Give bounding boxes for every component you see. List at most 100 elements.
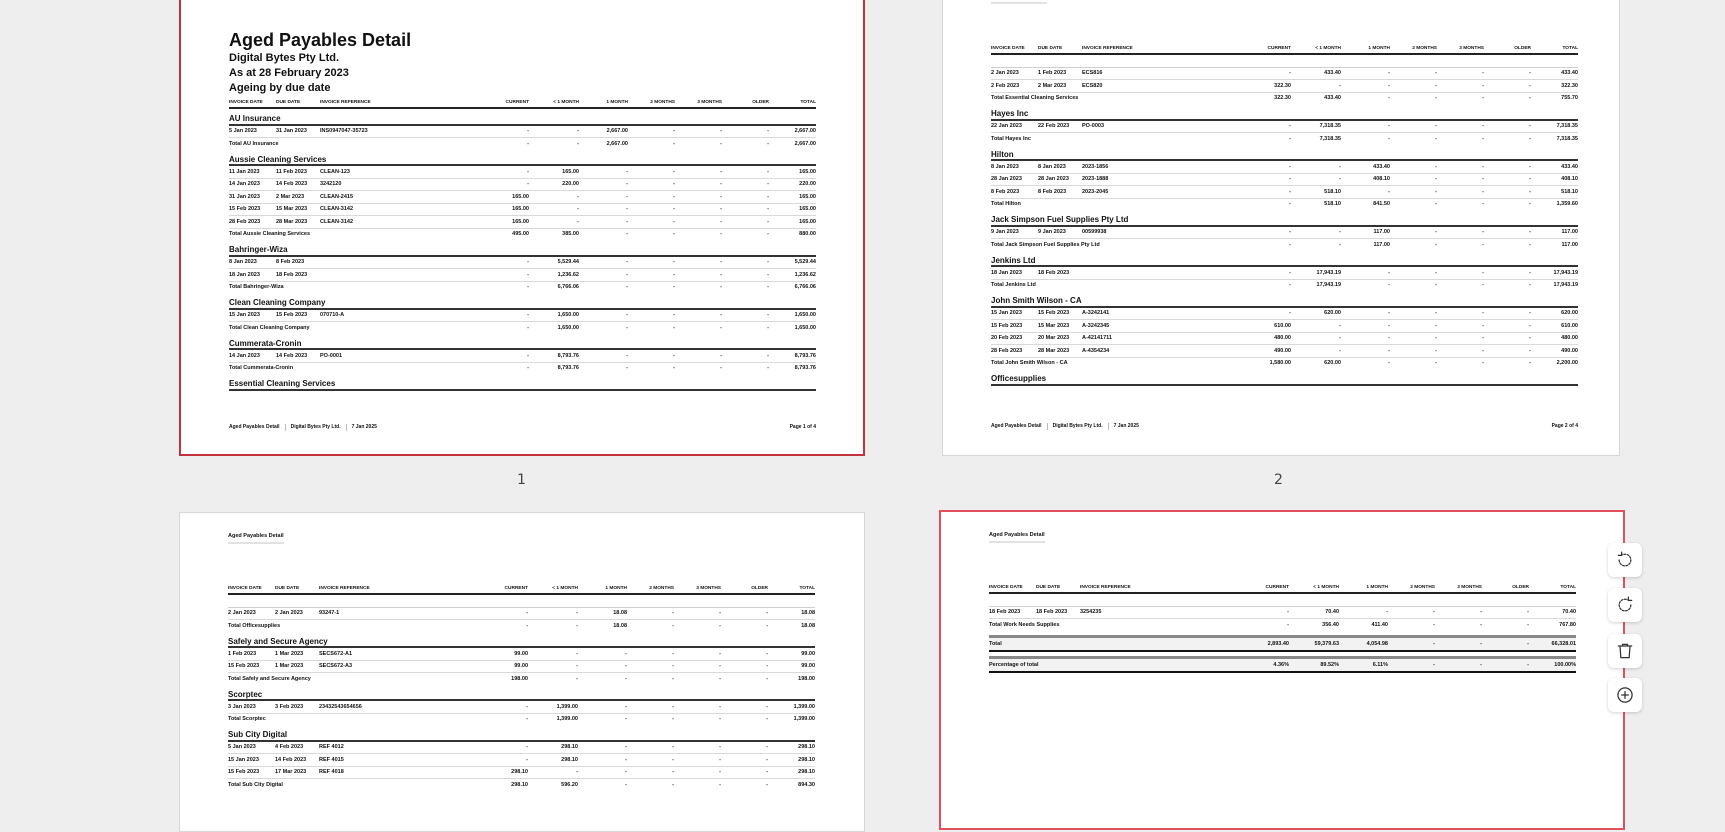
add-page-button[interactable] [1608, 678, 1642, 712]
amount-cell: - [1388, 95, 1390, 102]
text-cell: 28 Mar 2023 [1038, 347, 1070, 354]
amount-cell: 411.40 [1371, 621, 1388, 628]
amount-cell: - [626, 218, 628, 225]
text-cell: REF 4015 [319, 756, 344, 763]
rotate-right-button[interactable] [1608, 588, 1642, 622]
amount-cell: 495.00 [512, 231, 529, 238]
table-row: 5 Jan 2023 31 Jan 2023 INS0947047-35723 - - 2… [229, 126, 816, 138]
amount-cell: - [720, 231, 722, 238]
footer-separator [1046, 423, 1048, 430]
amount-cell: 298.10 [798, 756, 815, 763]
amount-cell: - [625, 744, 627, 751]
page-thumbnail-3[interactable]: Aged Payables Detail INVOICE DATE DUE DATE… [179, 512, 865, 832]
amount-cell: 6,766.06 [794, 284, 816, 291]
subtotal-row: Total AU Insurance - - 2,667.00 - - - 2,667.00 [229, 138, 816, 150]
text-cell: 31 Jan 2023 [229, 193, 260, 200]
amount-cell: - [626, 312, 628, 319]
footer-page-number: Page 2 of 4 [1551, 423, 1578, 429]
text-cell: INVOICE DATE [989, 584, 1023, 590]
page-thumbnail-1[interactable]: Aged Payables Detail Digital Bytes Pty Lt… [179, 0, 865, 456]
table-row: 28 Feb 2023 28 Mar 2023 A-4354234 490.00 - - -… [991, 345, 1578, 358]
amount-cell: - [1529, 241, 1531, 248]
footer-separator [1107, 423, 1109, 430]
amount-cell: - [1388, 269, 1390, 276]
amount-cell: 5,529.44 [557, 259, 579, 266]
text-cell: CLEAN-3142 [320, 218, 354, 225]
amount-cell: - [720, 128, 722, 135]
text-cell: INS0947047-35723 [320, 128, 368, 135]
text-cell: CLEAN-3142 [320, 206, 354, 213]
text-cell: 28 Mar 2023 [276, 218, 308, 225]
text-cell: 28 Feb 2023 [229, 218, 261, 225]
text-cell: 3 Feb 2023 [275, 703, 304, 710]
table-row: 18 Feb 2023 18 Feb 2023 3254235 - 70.40 - - - - 7… [989, 607, 1576, 619]
amount-cell: - [1529, 176, 1531, 183]
text-cell: 1 Mar 2023 [275, 663, 304, 670]
text-cell: Total Sub City Digital [228, 781, 283, 788]
rotate-left-button[interactable] [1608, 543, 1642, 577]
running-header: Aged Payables Detail [991, 0, 1047, 4]
amount-cell: - [1433, 640, 1435, 647]
supplier-group-header: Essential Cleaning Services [229, 374, 816, 391]
amount-cell: - [527, 168, 529, 175]
amount-cell: 2 MONTHS [1410, 584, 1435, 590]
page-thumbnail-2[interactable]: Aged Payables Detail INVOICE DATE DUE DATE… [942, 0, 1620, 456]
amount-cell: 433.40 [1373, 163, 1390, 170]
amount-cell: 298.10 [511, 781, 528, 788]
amount-cell: 89.52% [1320, 661, 1339, 668]
table-row: 15 Jan 2023 14 Feb 2023 REF 4015 - 298.10 - - -… [228, 754, 815, 767]
amount-cell: 490.00 [1561, 347, 1578, 354]
text-cell: 22 Jan 2023 [991, 123, 1022, 130]
amount-cell: OLDER [1512, 584, 1529, 590]
amount-cell: 1,650.00 [557, 312, 579, 319]
amount-cell: - [766, 769, 768, 776]
amount-cell: 894.30 [798, 781, 815, 788]
text-cell: Total Hayes Inc [991, 135, 1031, 142]
amount-cell: - [1482, 176, 1484, 183]
text-cell: 18 Jan 2023 [991, 269, 1022, 276]
text-cell: 93247-1 [319, 610, 340, 617]
amount-cell: 298.10 [798, 769, 815, 776]
subtotal-row: Total John Smith Wilson - CA 1,580.00 620.… [991, 358, 1578, 370]
amount-cell: - [1435, 135, 1437, 142]
text-cell: 15 Jan 2023 [228, 756, 259, 763]
supplier-group-header: Hilton [991, 145, 1578, 161]
amount-cell: 1,359.60 [1556, 201, 1578, 208]
page-thumbnail-4[interactable]: Aged Payables Detail INVOICE DATE DUE DATE… [939, 510, 1625, 830]
amount-cell: - [720, 284, 722, 291]
amount-cell: - [766, 650, 768, 657]
text-cell: 14 Jan 2023 [229, 181, 260, 188]
amount-cell: - [626, 324, 628, 331]
amount-cell: - [1529, 310, 1531, 317]
amount-cell: 99.00 [514, 650, 528, 657]
text-cell: 15 Feb 2023 [228, 663, 260, 670]
amount-cell: - [672, 703, 674, 710]
amount-cell: - [1529, 282, 1531, 289]
amount-cell: - [766, 675, 768, 682]
supplier-group-header: Bahringer-Wiza [229, 240, 816, 257]
page-number-label: 1 [517, 472, 526, 488]
page-footer: Aged Payables Detail Digital Bytes Pty Lt… [229, 424, 816, 431]
amount-cell: - [720, 312, 722, 319]
table-row: 5 Jan 2023 4 Feb 2023 REF 4012 - 298.10 - - - - 2… [228, 742, 815, 754]
amount-cell: - [767, 193, 769, 200]
text-cell: 15 Jan 2023 [991, 310, 1022, 317]
column-header-row: INVOICE DATE DUE DATE INVOICE REFERENCE CUR… [989, 582, 1576, 594]
amount-cell: - [1529, 322, 1531, 329]
text-cell: 23432543654656 [319, 703, 362, 710]
table-row: 3 Jan 2023 3 Feb 2023 23432543654656 - 1,399… [228, 701, 815, 714]
amount-cell: - [673, 324, 675, 331]
amount-cell: 220.00 [799, 181, 816, 188]
amount-cell: - [673, 271, 675, 278]
amount-cell: 480.00 [1274, 335, 1291, 342]
amount-cell: 2,667.00 [794, 128, 816, 135]
delete-page-button[interactable] [1608, 634, 1642, 668]
table-row: 14 Jan 2023 14 Feb 2023 3242120 - 220.00 - - - -… [229, 179, 816, 191]
amount-cell: - [1289, 135, 1291, 142]
amount-cell: - [672, 744, 674, 751]
text-cell: INVOICE REFERENCE [1080, 584, 1131, 590]
amount-cell: - [576, 675, 578, 682]
amount-cell: 17,943.19 [1316, 282, 1341, 289]
amount-cell: 8,793.76 [794, 352, 816, 359]
